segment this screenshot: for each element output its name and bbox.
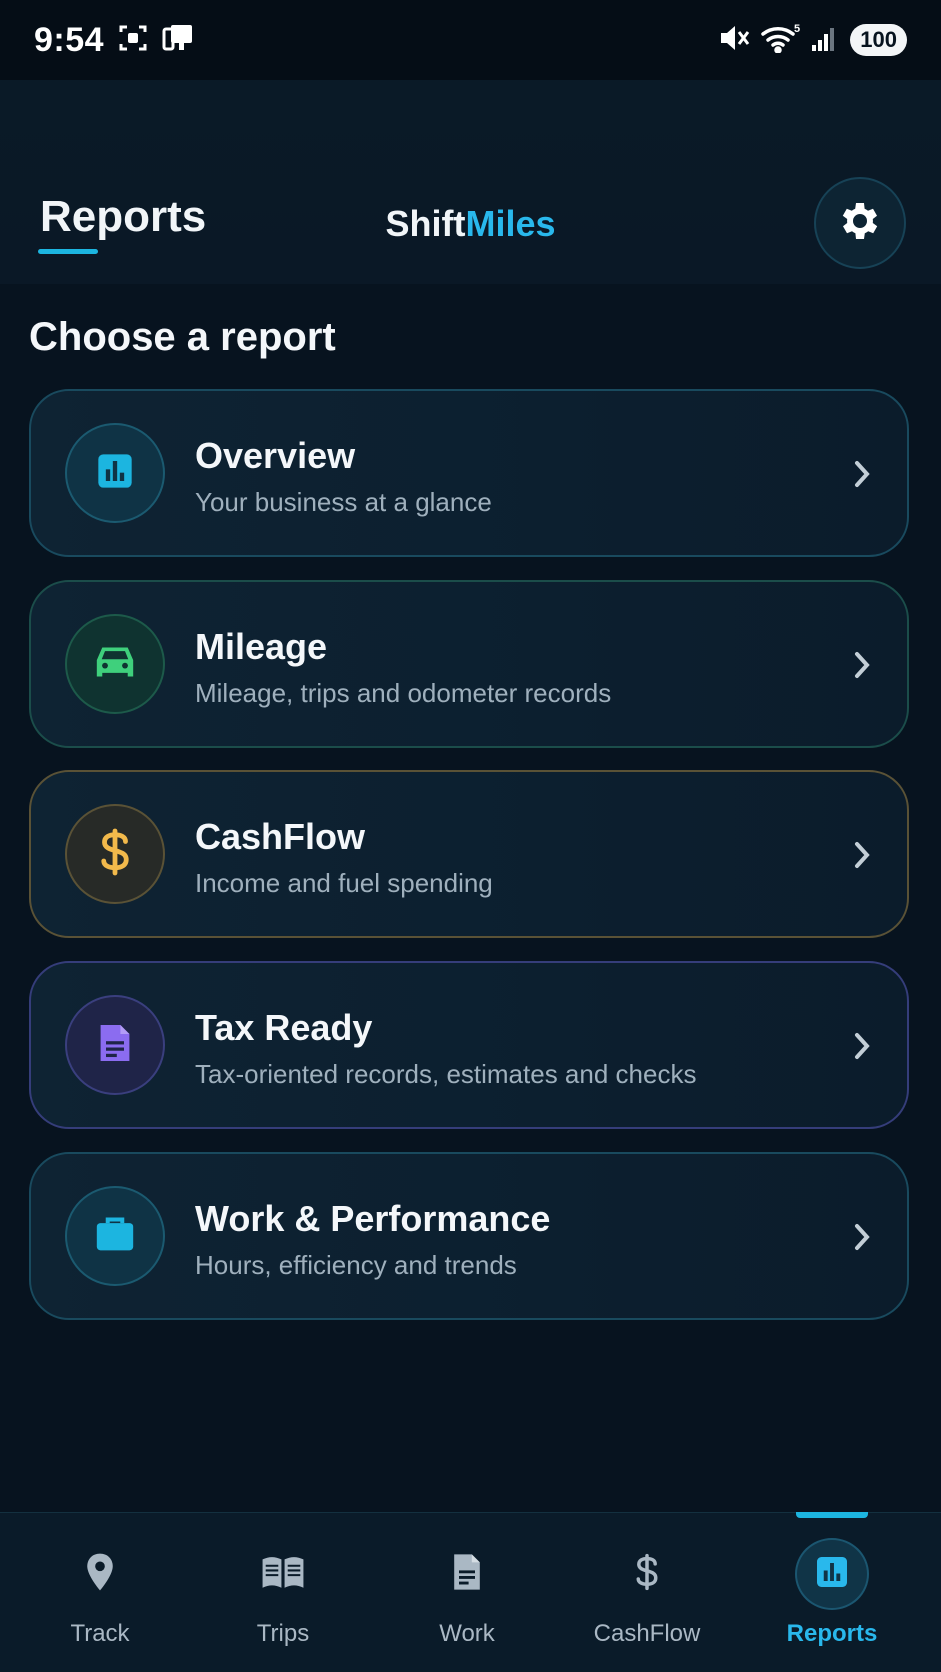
card-title: Overview bbox=[195, 435, 356, 476]
card-subtitle: Your business at a glance bbox=[195, 487, 492, 517]
report-card-mileage[interactable]: Mileage Mileage, trips and odometer reco… bbox=[29, 580, 909, 748]
card-icon-circle bbox=[65, 1186, 165, 1286]
chevron-right-icon bbox=[847, 648, 877, 682]
wifi-icon: 5 bbox=[760, 23, 800, 58]
car-icon bbox=[93, 642, 137, 687]
card-icon-circle bbox=[65, 995, 165, 1095]
status-right: 5 100 bbox=[718, 23, 907, 58]
nav-icon-wrap bbox=[246, 1538, 320, 1610]
book-icon bbox=[261, 1554, 305, 1595]
nav-item-trips[interactable]: Trips bbox=[193, 1538, 373, 1648]
document-icon bbox=[97, 1021, 133, 1070]
report-card-tax-ready[interactable]: Tax Ready Tax-oriented records, estimate… bbox=[29, 961, 909, 1129]
status-bar: 9:54 5 100 bbox=[0, 0, 941, 80]
nav-label: Work bbox=[439, 1620, 495, 1647]
card-title: CashFlow bbox=[195, 816, 366, 857]
card-subtitle: Income and fuel spending bbox=[195, 868, 493, 898]
briefcase-icon bbox=[93, 1214, 137, 1259]
location-pin-icon bbox=[83, 1552, 117, 1597]
dollar-icon bbox=[633, 1552, 661, 1597]
chevron-right-icon bbox=[847, 1029, 877, 1063]
nav-icon-wrap bbox=[63, 1538, 137, 1610]
nav-label: CashFlow bbox=[593, 1620, 701, 1647]
bar-chart-icon bbox=[95, 451, 135, 496]
dollar-icon bbox=[97, 828, 133, 881]
card-title: Work & Performance bbox=[195, 1198, 551, 1239]
card-icon-circle bbox=[65, 804, 165, 904]
nav-icon-wrap bbox=[795, 1538, 869, 1610]
section-title: Choose a report bbox=[29, 315, 336, 359]
nav-item-work[interactable]: Work bbox=[377, 1538, 557, 1648]
active-tab-indicator bbox=[796, 1512, 868, 1518]
card-title: Mileage bbox=[195, 626, 328, 667]
card-title: Tax Ready bbox=[195, 1007, 373, 1048]
chevron-right-icon bbox=[847, 1220, 877, 1254]
brand-logo: ShiftMiles bbox=[0, 203, 941, 245]
gear-icon bbox=[836, 197, 884, 250]
page-title-underline bbox=[38, 249, 98, 254]
bar-chart-icon bbox=[814, 1554, 850, 1595]
chevron-right-icon bbox=[847, 457, 877, 491]
report-card-overview[interactable]: Overview Your business at a glance bbox=[29, 389, 909, 557]
nav-icon-wrap bbox=[610, 1538, 684, 1610]
battery-indicator: 100 bbox=[850, 24, 907, 56]
report-card-cashflow[interactable]: CashFlow Income and fuel spending bbox=[29, 770, 909, 938]
nav-label: Trips bbox=[256, 1620, 310, 1647]
card-icon-circle bbox=[65, 423, 165, 523]
mute-icon bbox=[718, 23, 750, 58]
cast-icon bbox=[162, 23, 194, 58]
card-subtitle: Mileage, trips and odometer records bbox=[195, 678, 612, 708]
card-subtitle: Hours, efficiency and trends bbox=[195, 1250, 517, 1280]
nav-item-track[interactable]: Track bbox=[10, 1538, 190, 1648]
nav-icon-wrap bbox=[430, 1538, 504, 1610]
settings-button[interactable] bbox=[814, 177, 906, 269]
report-card-work-performance[interactable]: Work & Performance Hours, efficiency and… bbox=[29, 1152, 909, 1320]
chevron-right-icon bbox=[847, 838, 877, 872]
app-header bbox=[0, 80, 941, 284]
svg-text:5: 5 bbox=[794, 23, 800, 35]
signal-icon bbox=[810, 23, 840, 58]
nav-label: Reports bbox=[786, 1620, 878, 1647]
status-left: 9:54 bbox=[34, 21, 194, 60]
brand-part-shift: Shift bbox=[385, 203, 466, 244]
screenshot-icon bbox=[118, 23, 148, 58]
document-icon bbox=[451, 1552, 483, 1597]
card-icon-circle bbox=[65, 614, 165, 714]
card-subtitle: Tax-oriented records, estimates and chec… bbox=[195, 1059, 697, 1089]
status-time: 9:54 bbox=[34, 20, 105, 59]
brand-part-miles: Miles bbox=[465, 203, 556, 244]
nav-item-cashflow[interactable]: CashFlow bbox=[557, 1538, 737, 1648]
nav-item-reports[interactable]: Reports bbox=[742, 1538, 922, 1648]
nav-label: Track bbox=[70, 1620, 130, 1647]
